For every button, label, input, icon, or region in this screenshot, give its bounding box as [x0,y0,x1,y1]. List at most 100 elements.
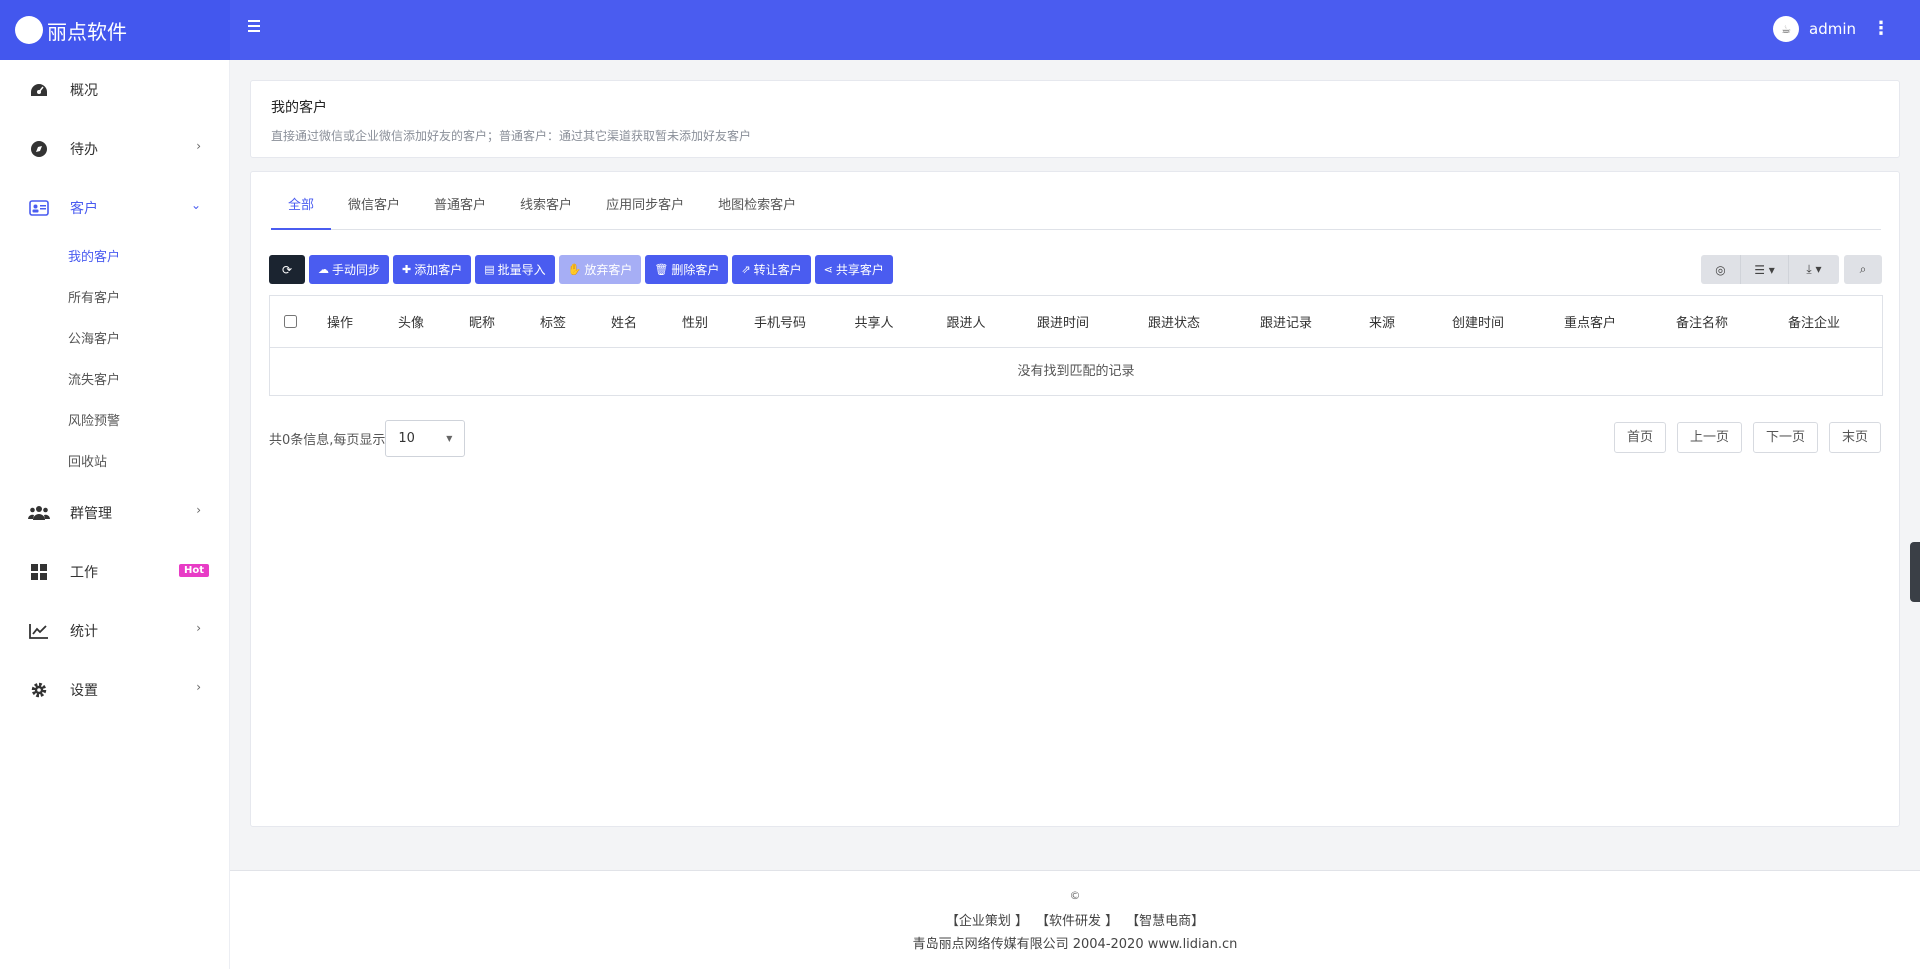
tab-normal-customers[interactable]: 普通客户 [417,190,503,230]
next-page-button[interactable]: 下一页 [1752,422,1818,453]
tab-all[interactable]: 全部 [271,190,332,230]
sidebar-item-work[interactable]: 工作 Hot [0,542,229,601]
more-vertical-icon[interactable]: ⋮ [1872,20,1890,38]
tab-lead-customers[interactable]: 线索客户 [503,190,589,230]
first-page-button[interactable]: 首页 [1613,422,1666,453]
manual-sync-button[interactable]: ☁ 手动同步 [309,255,390,284]
refresh-icon: ⟳ [281,262,293,277]
column-header[interactable]: 重点客户 [1534,312,1646,331]
batch-import-button[interactable]: ▤ 批量导入 [475,255,555,284]
sidebar-item-groups[interactable]: 群管理 › [0,483,229,542]
tab-wechat-customers[interactable]: 微信客户 [331,190,417,230]
sidebar-item-label: 待办 [70,141,98,158]
sidebar-item-label: 设置 [70,682,98,699]
delete-customer-button[interactable]: 🗑 删除客户 [645,255,729,284]
toggle-view-button[interactable]: ◎ [1701,255,1741,284]
column-header[interactable]: 跟进记录 [1230,312,1342,331]
column-header[interactable]: 备注企业 [1758,312,1870,331]
avatar[interactable]: ☕ [1773,16,1799,42]
prev-page-button[interactable]: 上一页 [1676,422,1742,453]
brand-logo-icon: ☕ [15,16,43,44]
column-header[interactable]: 昵称 [452,312,512,331]
button-label: 放弃客户 [584,263,633,277]
submenu-item-recycle-bin[interactable]: 回收站 [0,442,229,483]
grid-icon [28,563,50,581]
chevron-right-icon: › [196,503,201,517]
last-page-button[interactable]: 末页 [1828,422,1881,453]
sidebar-item-label: 统计 [70,623,98,640]
sidebar-item-customer[interactable]: 客户 ⌄ [0,178,229,237]
column-header[interactable]: 共享人 [824,312,924,331]
sidebar-item-statistics[interactable]: 统计 › [0,601,229,660]
menu-toggle-icon[interactable] [248,20,262,34]
sidebar: 概况 待办 › 客户 ⌄ 我的客户 所有客户 公海客户 流失客户 风险预警 回收… [0,60,230,969]
column-header[interactable]: 来源 [1342,312,1422,331]
trash-icon: 🗑 [654,263,669,276]
tab-map-search-customers[interactable]: 地图检索客户 [701,190,813,230]
column-header[interactable]: 跟进状态 [1118,312,1230,331]
refresh-button[interactable]: ⟳ [269,255,305,284]
sidebar-item-todo[interactable]: 待办 › [0,119,229,178]
chevron-right-icon: › [196,621,201,635]
submenu-item-public-customers[interactable]: 公海客户 [0,319,229,360]
column-header[interactable]: 姓名 [594,312,654,331]
search-button[interactable]: ⌕ [1844,255,1882,284]
sidebar-item-overview[interactable]: 概况 [0,60,229,119]
page-size-select[interactable]: 10 ▼ [385,420,466,457]
page-title: 我的客户 [271,100,327,116]
empty-table-message: 没有找到匹配的记录 [1017,364,1135,379]
sidebar-item-label: 群管理 [70,505,112,522]
footer: © 【企业策划 】 【软件研发 】 【智慧电商】 青岛丽点网络传媒有限公司 20… [230,870,1920,969]
column-header[interactable]: 标签 [512,312,594,331]
column-header[interactable]: 手机号码 [736,312,824,331]
hand-icon: ✋ [567,263,582,276]
columns-button[interactable]: ☰ ▾ [1741,255,1789,284]
cloud-upload-icon: ☁ [318,263,329,276]
footer-link[interactable]: 【智慧电商】 [1126,910,1204,929]
submenu-item-all-customers[interactable]: 所有客户 [0,278,229,319]
button-label: 共享客户 [835,263,884,277]
submenu-item-risk-warning[interactable]: 风险预警 [0,401,229,442]
users-icon [28,504,50,522]
share-customer-button[interactable]: ⋖ 共享客户 [814,255,893,284]
submenu-item-my-customers[interactable]: 我的客户 [0,237,229,278]
toggle-icon: ◎ [1715,262,1726,277]
select-all-checkbox[interactable] [283,315,297,328]
button-label: 批量导入 [497,263,546,277]
brand[interactable]: ☕ 丽点软件 [0,0,230,60]
user-name[interactable]: admin [1809,20,1856,38]
tab-app-sync-customers[interactable]: 应用同步客户 [589,190,701,230]
page-description: 直接通过微信或企业微信添加好友的客户；普通客户：通过其它渠道获取暂未添加好友客户 [271,129,752,143]
column-header[interactable]: 创建时间 [1422,312,1534,331]
column-header[interactable]: 备注名称 [1646,312,1758,331]
user-menu[interactable]: ☕ admin ⋮ [1773,16,1890,42]
id-card-icon [28,199,50,217]
download-icon: ⤓ ▾ [1806,262,1822,276]
footer-link[interactable]: 【软件研发 】 [1036,910,1118,929]
button-label: 转让客户 [753,263,802,277]
top-bar: ☕ 丽点软件 ☕ admin ⋮ [0,0,1920,60]
excel-file-icon: ▤ [484,263,495,276]
select-all-cell [270,315,310,328]
brand-title: 丽点软件 [47,19,127,44]
page-size-value: 10 [398,431,415,446]
column-header[interactable]: 跟进时间 [1008,312,1118,331]
tab-bar: 全部 微信客户 普通客户 线索客户 应用同步客户 地图检索客户 [271,190,1881,230]
column-header[interactable]: 头像 [370,312,452,331]
transfer-customer-button[interactable]: ⇗ 转让客户 [732,255,811,284]
export-button[interactable]: ⤓ ▾ [1789,255,1839,284]
column-header[interactable]: 性别 [654,312,736,331]
pagination-info: 共0条信息,每页显示 10 ▼ [269,420,466,457]
footer-link[interactable]: 【企业策划 】 [946,910,1028,929]
submenu-item-lost-customers[interactable]: 流失客户 [0,360,229,401]
add-customer-button[interactable]: ✚ 添加客户 [393,255,472,284]
sidebar-item-settings[interactable]: 设置 › [0,660,229,719]
table-tools: ◎ ☰ ▾ ⤓ ▾ ⌕ [1701,255,1882,284]
column-header[interactable]: 跟进人 [924,312,1008,331]
column-header[interactable]: 操作 [310,312,370,331]
abandon-customer-button[interactable]: ✋ 放弃客户 [558,255,642,284]
page-header: 我的客户 直接通过微信或企业微信添加好友的客户；普通客户：通过其它渠道获取暂未添… [250,80,1900,158]
chevron-right-icon: › [196,139,201,153]
side-drawer-handle[interactable] [1910,542,1920,602]
list-icon: ☰ ▾ [1754,262,1775,277]
